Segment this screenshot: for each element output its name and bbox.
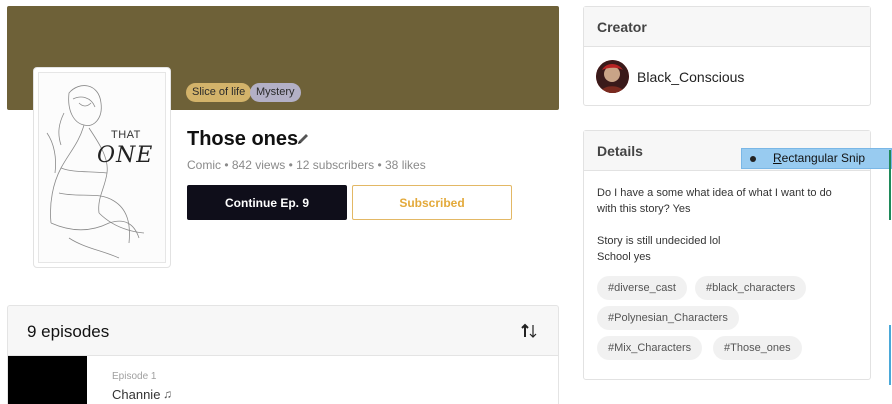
cover-title-line-1: THAT <box>111 129 141 141</box>
description-line: Do I have a some what idea of what I wan… <box>597 187 832 199</box>
episode-row[interactable]: Episode 1 Channie ♫ <box>8 356 558 404</box>
description-line: School yes <box>597 251 651 263</box>
creator-heading: Creator <box>584 7 870 47</box>
cover-artwork: THAT ONE <box>38 72 166 263</box>
pencil-edit-icon[interactable] <box>295 131 311 147</box>
window-edge-accent <box>889 150 891 220</box>
description-line: with this story? Yes <box>597 203 691 215</box>
tag-mix-characters[interactable]: #Mix_Characters <box>597 336 703 360</box>
series-description: Do I have a some what idea of what I wan… <box>597 185 862 265</box>
series-cover: THAT ONE <box>33 67 171 268</box>
series-title: Those ones <box>187 128 299 150</box>
music-note-icon: ♫ <box>163 387 172 401</box>
snip-label: Rectangular Snip <box>773 151 866 165</box>
cover-title-line-2: ONE <box>97 143 154 168</box>
episodes-header: 9 episodes <box>8 306 558 356</box>
description-line: Story is still undecided lol <box>597 235 721 247</box>
tag-black-characters[interactable]: #black_characters <box>695 276 807 300</box>
sort-order-icon[interactable] <box>520 323 538 339</box>
creator-panel: Creator Black_Conscious <box>583 6 871 106</box>
episode-thumbnail[interactable] <box>8 356 87 404</box>
episode-number: Episode 1 <box>112 371 157 382</box>
genre-tag-slice-of-life[interactable]: Slice of life <box>186 83 252 102</box>
episodes-count: 9 episodes <box>27 322 110 341</box>
rectangular-snip-menu-item[interactable]: Rectangular Snip <box>741 148 892 169</box>
continue-episode-button[interactable]: Continue Ep. 9 <box>187 185 347 220</box>
episodes-panel: 9 episodes Episode 1 Channie ♫ <box>7 305 559 404</box>
radio-dot-icon <box>750 156 756 162</box>
genre-tag-mystery[interactable]: Mystery <box>250 83 301 102</box>
tag-diverse-cast[interactable]: #diverse_cast <box>597 276 687 300</box>
tag-polynesian-characters[interactable]: #Polynesian_Characters <box>597 306 739 330</box>
window-edge-accent <box>889 325 891 385</box>
cover-sketch-illustration <box>46 85 145 259</box>
creator-avatar[interactable] <box>596 60 629 93</box>
episode-title[interactable]: Channie <box>112 387 160 402</box>
subscribed-button[interactable]: Subscribed <box>352 185 512 220</box>
creator-name[interactable]: Black_Conscious <box>637 69 744 85</box>
series-stats: Comic • 842 views • 12 subscribers • 38 … <box>187 158 426 172</box>
tag-those-ones[interactable]: #Those_ones <box>713 336 802 360</box>
